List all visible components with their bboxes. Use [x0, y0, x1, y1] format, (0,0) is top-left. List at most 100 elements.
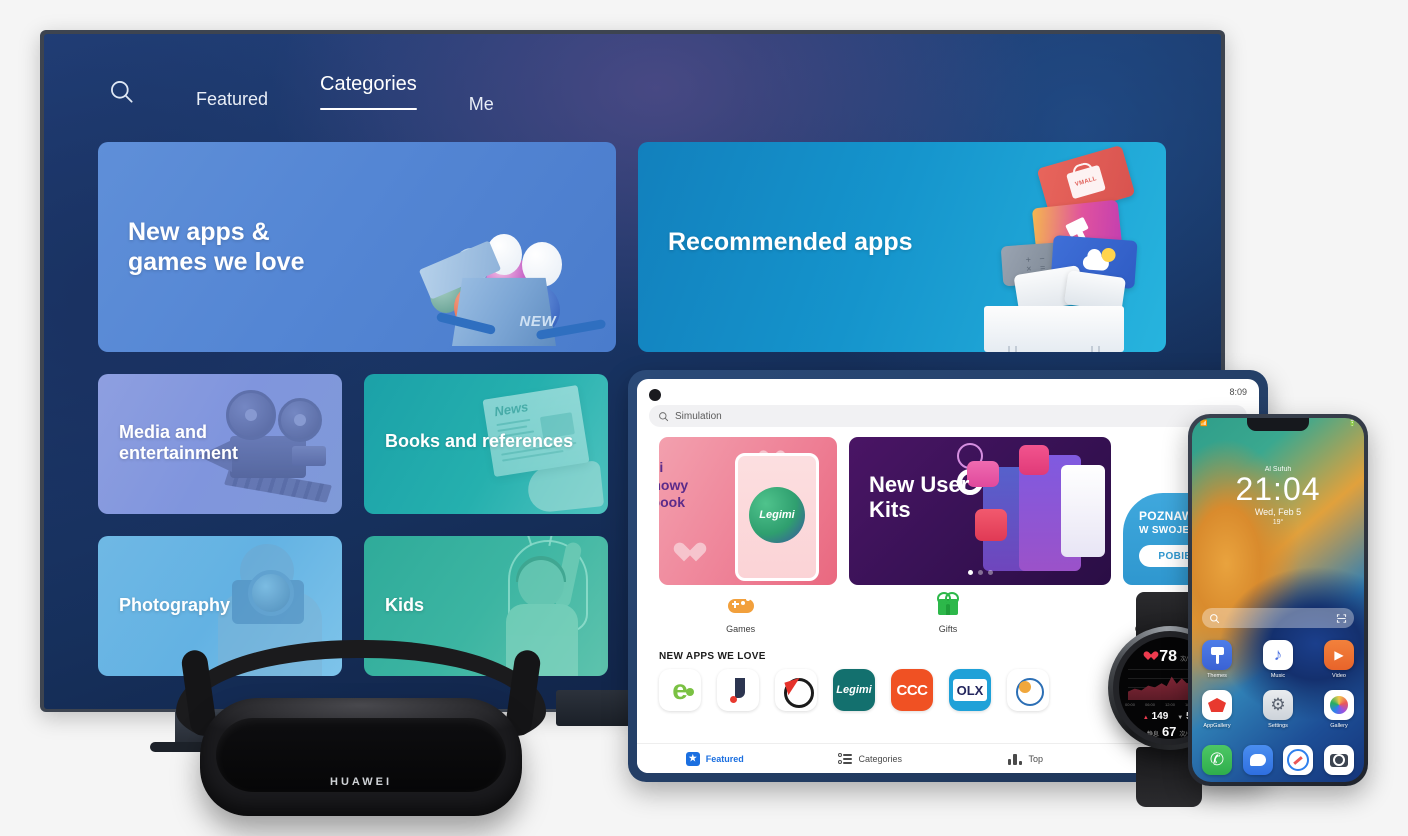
- legimi-logo-text: Legimi: [759, 508, 795, 521]
- app-row: AppGallery Settings Gallery: [1200, 690, 1356, 729]
- phone-app-grid: Themes Music Video AppGallery: [1200, 640, 1356, 782]
- card-title: Recommended apps: [668, 228, 913, 256]
- nav-label: Categories: [858, 753, 903, 764]
- carousel-dots[interactable]: [849, 570, 1111, 575]
- app-label: Video: [1332, 673, 1346, 679]
- vr-brand-label: HUAWEI: [330, 776, 392, 788]
- app-settings[interactable]: Settings: [1261, 690, 1295, 729]
- x-tick: 00:00: [1125, 702, 1136, 707]
- dock-row: [1200, 745, 1356, 775]
- browser-icon: [1283, 745, 1314, 775]
- app-icon-allegro[interactable]: [717, 669, 759, 711]
- up-arrow-icon: ▲: [1142, 715, 1149, 721]
- app-video[interactable]: Video: [1322, 640, 1356, 679]
- quick-action-label: Games: [726, 624, 756, 634]
- search-value: Simulation: [675, 410, 722, 422]
- vr-glasses-device: HUAWEI: [176, 620, 546, 816]
- search-icon: [1210, 613, 1220, 623]
- quick-action-label: Gifts: [938, 624, 958, 634]
- product-showcase-scene: Featured Categories Me New apps & games …: [0, 0, 1408, 836]
- appgallery-icon: [1202, 690, 1232, 720]
- banner-legimi[interactable]: imi rmowy obook Legimi: [659, 437, 837, 585]
- heart-rate-readout: 78 次/分: [1146, 649, 1193, 665]
- battery-icon: 🔋: [1348, 421, 1356, 427]
- down-arrow-icon: ▼: [1177, 715, 1184, 721]
- banner-legimi-text: imi rmowy obook: [659, 459, 689, 510]
- vmall-label: VMALL: [1074, 176, 1098, 188]
- heart-rate-value: 78: [1159, 648, 1178, 665]
- max-value: 149: [1151, 711, 1169, 722]
- banner-title: New User Kits: [869, 472, 970, 522]
- app-label: Music: [1270, 673, 1286, 679]
- app-row: Themes Music Video: [1200, 640, 1356, 679]
- bar-chart-icon: [1008, 752, 1023, 766]
- app-label: Settings: [1268, 723, 1288, 729]
- app-music[interactable]: Music: [1261, 640, 1295, 679]
- app-camera[interactable]: [1322, 745, 1356, 775]
- app-label: Themes: [1207, 673, 1227, 679]
- gift-icon: [935, 592, 961, 619]
- phone-device: 📶 🔋 Al Sufuh 21:04 Wed, Feb 5 19° Themes…: [1188, 414, 1368, 786]
- app-label: Gallery: [1330, 723, 1348, 729]
- app-icon-olx[interactable]: [949, 669, 991, 711]
- card-title: New apps & games we love: [128, 218, 305, 276]
- card-title: Photography: [119, 595, 230, 615]
- app-themes[interactable]: Themes: [1200, 640, 1234, 679]
- nav-top[interactable]: Top: [948, 752, 1104, 766]
- card-media-entertainment[interactable]: Media and entertainment: [98, 374, 342, 514]
- nav-categories[interactable]: Categories: [793, 752, 949, 766]
- app-icon-rossmann[interactable]: [775, 669, 817, 711]
- gallery-icon: [1324, 690, 1354, 720]
- new-badge: NEW: [519, 313, 556, 330]
- app-gallery[interactable]: Gallery: [1322, 690, 1356, 729]
- search-input[interactable]: Simulation: [649, 405, 1247, 427]
- tablet-status-time: 8:09: [1229, 387, 1247, 397]
- phone-screen: 📶 🔋 Al Sufuh 21:04 Wed, Feb 5 19° Themes…: [1192, 418, 1364, 782]
- x-tick: 12:00: [1164, 702, 1175, 707]
- app-label: AppGallery: [1203, 723, 1231, 729]
- search-icon[interactable]: [100, 70, 142, 112]
- nav-featured[interactable]: Featured: [637, 751, 793, 766]
- clock-time: 21:04: [1235, 471, 1321, 507]
- nav-label: Top: [1028, 753, 1043, 764]
- tab-categories[interactable]: Categories: [294, 73, 443, 110]
- message-icon: [1242, 745, 1273, 775]
- phone-icon: [1202, 745, 1232, 775]
- app-appgallery[interactable]: AppGallery: [1200, 690, 1234, 729]
- bookmark-star-icon: [685, 751, 700, 766]
- legimi-phone-mock: Legimi: [735, 453, 819, 581]
- quick-action-games[interactable]: Games: [637, 593, 844, 651]
- tab-featured[interactable]: Featured: [170, 89, 294, 110]
- app-icon-legimi[interactable]: Legimi: [833, 669, 875, 711]
- tv-navigation-bar: Featured Categories Me: [100, 70, 520, 114]
- nav-label: Featured: [705, 753, 744, 764]
- tv-tabs: Featured Categories Me: [170, 73, 520, 114]
- card-title: Books and references: [385, 431, 574, 451]
- section-title-new-apps: NEW APPS WE LOVE: [659, 651, 766, 662]
- camera-punch-hole-icon: [649, 389, 661, 401]
- phone-notch: [1247, 418, 1309, 431]
- music-icon: [1263, 640, 1293, 670]
- app-icon-empik[interactable]: e: [659, 669, 701, 711]
- app-messages[interactable]: [1241, 745, 1275, 775]
- heart-icon: [1146, 652, 1156, 661]
- clock-date: Wed, Feb 5: [1254, 506, 1302, 517]
- x-tick: 06:00: [1144, 702, 1155, 707]
- weather-temp: 19°: [1272, 518, 1284, 526]
- app-icon-ccc[interactable]: CCC: [891, 669, 933, 711]
- card-recommended-apps[interactable]: Recommended apps VMALL + − × =: [638, 142, 1166, 352]
- phone-lock-info: Al Sufuh 21:04 Wed, Feb 5 19°: [1192, 466, 1364, 526]
- card-title: Media and entertainment: [119, 422, 239, 464]
- card-new-apps-games[interactable]: New apps & games we love NEW: [98, 142, 616, 352]
- app-browser[interactable]: [1281, 745, 1315, 775]
- quick-action-gifts[interactable]: Gifts: [844, 592, 1051, 651]
- gamepad-icon: [727, 593, 754, 619]
- app-phone[interactable]: [1200, 745, 1234, 775]
- new-user-kits-art: [957, 443, 1105, 579]
- phone-search-bar[interactable]: [1202, 608, 1354, 628]
- banner-new-user-kits[interactable]: New User Kits: [849, 437, 1111, 585]
- app-icon-allegro-lokalnie[interactable]: [1007, 669, 1049, 711]
- card-books-references[interactable]: Books and references News: [364, 374, 608, 514]
- tab-me[interactable]: Me: [443, 94, 520, 115]
- card-title: Kids: [385, 595, 425, 615]
